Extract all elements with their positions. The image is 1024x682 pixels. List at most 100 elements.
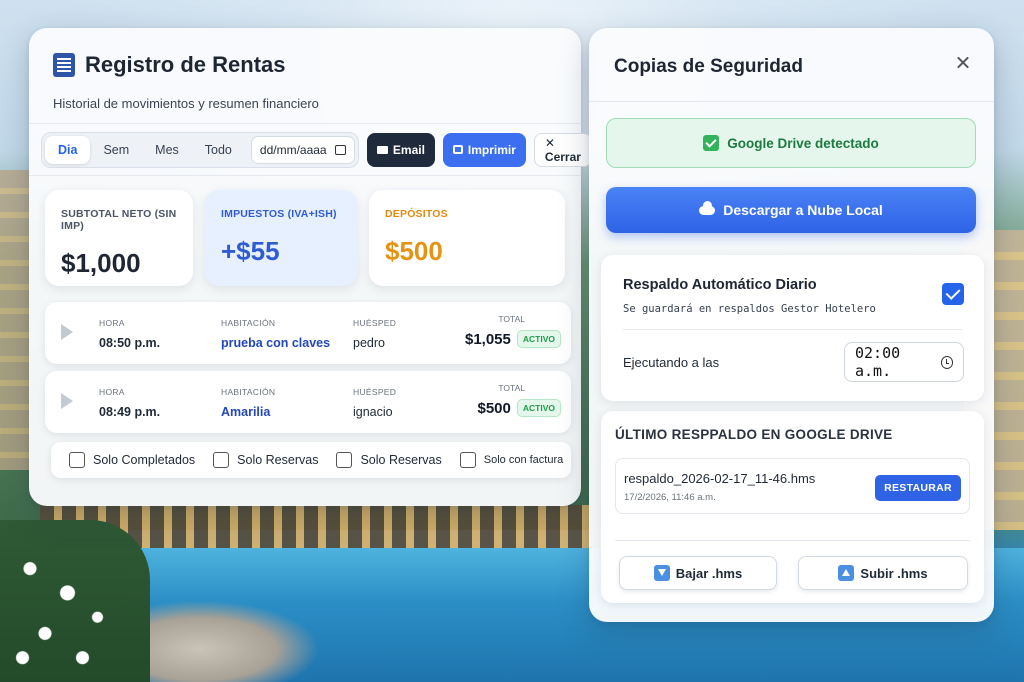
auto-backup-section: Respaldo Automático Diario Se guardará e… — [601, 255, 984, 401]
rentas-title: Registro de Rentas — [85, 52, 286, 77]
divider — [623, 329, 962, 330]
filter-checkbox[interactable] — [213, 452, 230, 468]
total-header: TOTAL — [498, 383, 525, 393]
period-mes[interactable]: Mes — [142, 136, 192, 164]
subtotal-label: SUBTOTAL NETO (SIN IMP) — [61, 208, 177, 232]
backup-title: Copias de Seguridad — [614, 56, 803, 77]
backup-panel: Copias de Seguridad Google Drive detecta… — [589, 28, 994, 622]
mail-icon — [376, 145, 388, 154]
exec-time-label: Ejecutando a las — [623, 354, 720, 370]
status-badge: ACTIVO — [516, 330, 561, 348]
period-todo[interactable]: Todo — [192, 136, 245, 164]
filter-checkbox[interactable] — [69, 452, 85, 468]
filter-reservas-2[interactable]: Solo Reservas — [336, 452, 442, 468]
taxes-value: +$55 — [221, 236, 280, 266]
rentas-panel: Registro de Rentas Historial de movimien… — [29, 28, 592, 506]
period-dia[interactable]: Dia — [45, 135, 91, 164]
habitacion-header: HABITACIÓN — [221, 387, 276, 397]
movements-list: HORA 08:50 p.m. HABITACIÓN prueba con cl… — [29, 286, 581, 433]
play-icon[interactable] — [61, 393, 73, 409]
total-header: TOTAL — [498, 314, 525, 324]
check-icon — [703, 135, 720, 151]
auto-backup-subtitle: Se guardará en respaldos Gestor Hotelero — [623, 303, 876, 315]
filter-label: Solo Completados — [93, 453, 196, 467]
exec-time-value: 02:00 a.m. — [855, 344, 901, 380]
movement-row[interactable]: HORA 08:50 p.m. HABITACIÓN prueba con cl… — [45, 302, 571, 364]
movement-row[interactable]: HORA 08:49 p.m. HABITACIÓN Amarilia HUÉS… — [45, 371, 571, 433]
filter-completados[interactable]: Solo Completados — [69, 452, 195, 468]
ledger-icon — [53, 53, 75, 77]
filter-label: Solo Reservas — [237, 453, 319, 467]
filter-label: Solo Reservas — [360, 453, 442, 467]
print-button[interactable]: Imprimir — [442, 132, 526, 167]
background-rocks — [120, 600, 320, 682]
summary-cards: SUBTOTAL NETO (SIN IMP) $1,000 IMPUESTOS… — [29, 176, 581, 286]
download-local-button[interactable]: Descargar a Nube Local — [606, 187, 976, 233]
subtotal-card: SUBTOTAL NETO (SIN IMP) $1,000 — [45, 190, 193, 286]
taxes-label: IMPUESTOS (IVA+ISH) — [221, 208, 337, 220]
download-local-label: Descargar a Nube Local — [723, 202, 883, 218]
last-backup-section: ÚLTIMO RESPPALDO EN GOOGLE DRIVE respald… — [601, 411, 984, 603]
date-input[interactable]: dd/mm/aaaa — [250, 135, 355, 164]
divider — [615, 540, 970, 541]
clock-icon[interactable] — [940, 355, 953, 369]
filter-checkbox[interactable] — [459, 452, 476, 468]
status-badge: ACTIVO — [516, 399, 561, 417]
download-arrow-icon — [653, 565, 670, 581]
filter-factura[interactable]: Solo con factura — [459, 452, 564, 468]
huesped-header: HUÉSPED — [353, 387, 397, 397]
drive-status-banner: Google Drive detectado — [606, 118, 976, 168]
background-building-left — [0, 170, 30, 470]
drive-status-text: Google Drive detectado — [727, 135, 879, 151]
deposits-label: DEPÓSITOS — [385, 208, 448, 220]
filter-label: Solo con factura — [483, 454, 564, 466]
cloud-icon — [699, 200, 716, 215]
row-hora: 08:49 p.m. — [99, 405, 161, 419]
restore-button[interactable]: RESTAURAR — [875, 475, 961, 501]
filter-reservas[interactable]: Solo Reservas — [213, 452, 318, 468]
row-hora: 08:50 p.m. — [99, 336, 161, 350]
hora-header: HORA — [99, 318, 125, 328]
row-huesped: pedro — [353, 336, 385, 350]
calendar-icon[interactable] — [334, 144, 346, 155]
huesped-header: HUÉSPED — [353, 318, 397, 328]
email-label: Email — [392, 142, 425, 157]
row-total: $500 — [477, 399, 511, 417]
email-button[interactable]: Email — [366, 132, 435, 167]
play-icon[interactable] — [61, 324, 73, 340]
deposits-card: DEPÓSITOS $500 — [369, 190, 565, 286]
rentas-toolbar: Dia Sem Mes Todo dd/mm/aaaa Email Imprim… — [29, 124, 592, 176]
auto-backup-title: Respaldo Automático Diario — [623, 277, 817, 293]
upload-arrow-icon — [838, 565, 855, 581]
rentas-subtitle: Historial de movimientos y resumen finan… — [53, 96, 319, 111]
download-hms-label: Bajar .hms — [675, 565, 743, 581]
period-selector: Dia Sem Mes Todo dd/mm/aaaa — [41, 131, 359, 168]
close-button[interactable]: ✕ Cerrar — [533, 132, 592, 167]
download-hms-button[interactable]: Bajar .hms — [619, 556, 777, 590]
row-habitacion[interactable]: Amarilia — [221, 405, 275, 419]
print-label: Imprimir — [467, 142, 516, 157]
habitacion-header: HABITACIÓN — [221, 318, 276, 328]
deposits-value: $500 — [385, 236, 443, 266]
filters-bar: Solo Completados Solo Reservas Solo Rese… — [51, 442, 571, 478]
auto-backup-checkbox[interactable] — [942, 283, 964, 305]
row-habitacion[interactable]: prueba con claves — [221, 336, 330, 350]
date-placeholder: dd/mm/aaaa — [259, 142, 327, 157]
exec-time-input[interactable]: 02:00 a.m. — [844, 342, 964, 382]
close-label: ✕ Cerrar — [544, 135, 581, 164]
row-huesped: ignacio — [353, 405, 393, 419]
close-icon[interactable] — [954, 54, 972, 72]
last-backup-title: ÚLTIMO RESPPALDO EN GOOGLE DRIVE — [615, 427, 893, 442]
filter-checkbox[interactable] — [336, 452, 353, 468]
printer-icon — [452, 145, 463, 154]
rentas-header: Registro de Rentas Historial de movimien… — [29, 28, 581, 124]
background-flowers — [0, 520, 150, 682]
subtotal-value: $1,000 — [61, 248, 141, 278]
upload-hms-label: Subir .hms — [860, 565, 928, 581]
row-total: $1,055 — [464, 330, 511, 348]
upload-hms-button[interactable]: Subir .hms — [798, 556, 968, 590]
backup-file-row: respaldo_2026-02-17_11-46.hms 17/2/2026,… — [615, 458, 970, 514]
period-sem[interactable]: Sem — [90, 136, 142, 164]
hora-header: HORA — [99, 387, 125, 397]
backup-header: Copias de Seguridad — [589, 28, 994, 102]
